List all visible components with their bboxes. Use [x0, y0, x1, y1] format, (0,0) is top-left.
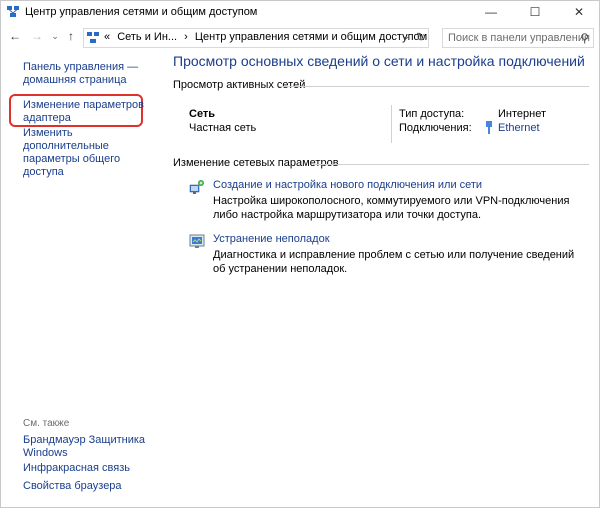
- recent-locations-dropdown[interactable]: ⌄: [47, 28, 63, 44]
- navigation-bar: ← → ⌄ ↑ « Сеть и Ин... › Центр управлени…: [1, 25, 599, 49]
- access-type-label: Тип доступа:: [399, 108, 465, 120]
- see-also-title: См. также: [23, 418, 70, 429]
- access-type-value: Интернет: [498, 108, 546, 120]
- connections-label: Подключения:: [399, 122, 472, 134]
- troubleshoot-icon: [189, 233, 205, 249]
- maximize-button[interactable]: ☐: [515, 1, 555, 23]
- troubleshoot-link[interactable]: Устранение неполадок: [213, 233, 330, 245]
- breadcrumb-overflow[interactable]: «: [104, 31, 110, 43]
- refresh-button[interactable]: ↻: [416, 30, 426, 44]
- change-adapter-settings-link[interactable]: Изменение параметров адаптера: [23, 99, 153, 125]
- network-center-icon: [7, 6, 19, 18]
- troubleshoot-description: Диагностика и исправление проблем с сеть…: [213, 249, 575, 275]
- title-bar: Центр управления сетями и общим доступом…: [1, 1, 599, 23]
- search-placeholder: Поиск в панели управления: [448, 32, 590, 44]
- advanced-sharing-settings-link[interactable]: Изменить дополнительные параметры общего…: [23, 127, 153, 179]
- page-title: Просмотр основных сведений о сети и наст…: [173, 53, 585, 69]
- control-panel-home-link[interactable]: Панель управления — домашняя страница: [23, 61, 153, 87]
- search-icon: ⚲: [580, 31, 589, 45]
- new-connection-description: Настройка широкополосного, коммутируемог…: [213, 195, 570, 221]
- address-bar[interactable]: « Сеть и Ин... › Центр управления сетями…: [83, 28, 429, 48]
- network-name: Сеть: [189, 108, 216, 120]
- breadcrumb: « Сеть и Ин... › Центр управления сетями…: [104, 31, 431, 43]
- ethernet-icon: [484, 121, 494, 137]
- change-settings-title: Изменение сетевых параметров: [173, 157, 339, 169]
- minimize-button[interactable]: —: [471, 1, 511, 23]
- breadcrumb-network[interactable]: Сеть и Ин...: [117, 31, 177, 43]
- address-dropdown[interactable]: ⌄: [402, 31, 410, 42]
- breadcrumb-current[interactable]: Центр управления сетями и общим доступом: [195, 31, 427, 43]
- search-input[interactable]: Поиск в панели управления ⚲: [442, 28, 594, 48]
- network-type: Частная сеть: [189, 122, 257, 134]
- up-button[interactable]: ↑: [63, 28, 79, 44]
- window-title: Центр управления сетями и общим доступом: [25, 6, 258, 18]
- breadcrumb-arrow[interactable]: ›: [184, 31, 188, 43]
- left-pane: Панель управления — домашняя страница Из…: [1, 51, 161, 507]
- ethernet-connection-link[interactable]: Ethernet: [498, 122, 540, 135]
- close-button[interactable]: ✕: [559, 1, 599, 23]
- forward-button[interactable]: →: [29, 28, 45, 44]
- divider: [391, 105, 392, 143]
- divider: [313, 164, 589, 165]
- main-content: Просмотр основных сведений о сети и наст…: [161, 51, 599, 507]
- infrared-link[interactable]: Инфракрасная связь: [23, 462, 153, 475]
- window: Центр управления сетями и общим доступом…: [0, 0, 600, 508]
- active-networks-title: Просмотр активных сетей: [173, 79, 306, 91]
- firewall-link[interactable]: Брандмауэр Защитника Windows: [23, 434, 153, 460]
- new-connection-link[interactable]: Создание и настройка нового подключения …: [213, 179, 482, 191]
- network-center-icon: [87, 32, 99, 44]
- browser-properties-link[interactable]: Свойства браузера: [23, 480, 153, 493]
- back-button[interactable]: ←: [7, 28, 23, 44]
- network-setup-icon: [189, 179, 205, 195]
- divider: [279, 86, 589, 87]
